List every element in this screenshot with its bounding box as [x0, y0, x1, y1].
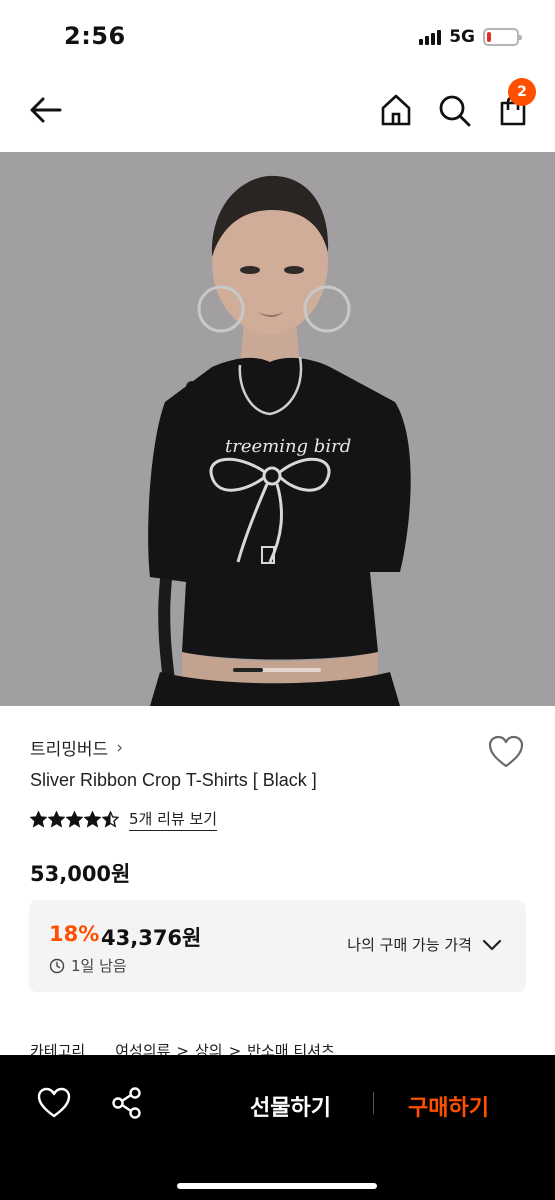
discount-price: 43,376원: [101, 926, 202, 950]
image-pager-active: [233, 668, 263, 672]
brand-name: 트리밍버드: [30, 740, 109, 760]
battery-fill: [487, 32, 492, 42]
home-indicator: [177, 1183, 377, 1189]
divider: [373, 1092, 374, 1114]
star-icon: [48, 811, 65, 828]
signal-icon: [419, 29, 442, 45]
cart-count-badge: 2: [508, 78, 536, 106]
model-photo: treeming bird: [0, 152, 555, 706]
status-time: 2:56: [64, 22, 126, 50]
star-icon: [30, 811, 47, 828]
gift-button[interactable]: 선물하기: [250, 1090, 331, 1122]
chevron-right-icon: ›: [116, 737, 124, 758]
my-price-toggle[interactable]: 나의 구매 가능 가격: [347, 934, 502, 955]
chevron-down-icon: [482, 939, 502, 950]
star-icon: [102, 811, 119, 828]
review-link[interactable]: 5개 리뷰 보기: [129, 808, 218, 831]
rating-stars: [30, 811, 119, 828]
share-icon[interactable]: [110, 1086, 144, 1120]
product-price: 53,000원: [30, 862, 131, 886]
buy-button[interactable]: 구매하기: [408, 1090, 489, 1122]
star-icon: [66, 811, 83, 828]
status-indicators: 5G: [419, 27, 522, 47]
search-icon[interactable]: [434, 90, 474, 130]
network-type: 5G: [449, 27, 475, 47]
arrow-left-icon[interactable]: [26, 90, 66, 130]
clock-icon: [49, 958, 65, 973]
product-name: Sliver Ribbon Crop T-Shirts [ Black ]: [30, 770, 317, 790]
timer-row: 1일 남음: [49, 955, 127, 976]
timer-text: 1일 남음: [71, 957, 127, 975]
brand-link[interactable]: 트리밍버드 ›: [30, 735, 124, 761]
battery-icon: [483, 28, 522, 46]
my-price-label: 나의 구매 가능 가격: [347, 936, 472, 954]
discount-rate: 18%: [49, 922, 100, 946]
product-image[interactable]: treeming bird: [0, 152, 555, 706]
discount-box[interactable]: 18% 43,376원 1일 남음 나의 구매 가능 가격: [29, 900, 526, 992]
rating-row: 5개 리뷰 보기: [30, 808, 218, 831]
svg-text:treeming bird: treeming bird: [225, 436, 351, 457]
heart-icon[interactable]: [487, 734, 525, 770]
home-icon[interactable]: [376, 90, 416, 130]
heart-icon[interactable]: [36, 1086, 72, 1120]
status-bar: 2:56 5G: [0, 0, 555, 70]
nav-bar: [0, 70, 555, 152]
bottom-action-bar: 선물하기 구매하기: [0, 1055, 555, 1200]
star-icon: [84, 811, 101, 828]
